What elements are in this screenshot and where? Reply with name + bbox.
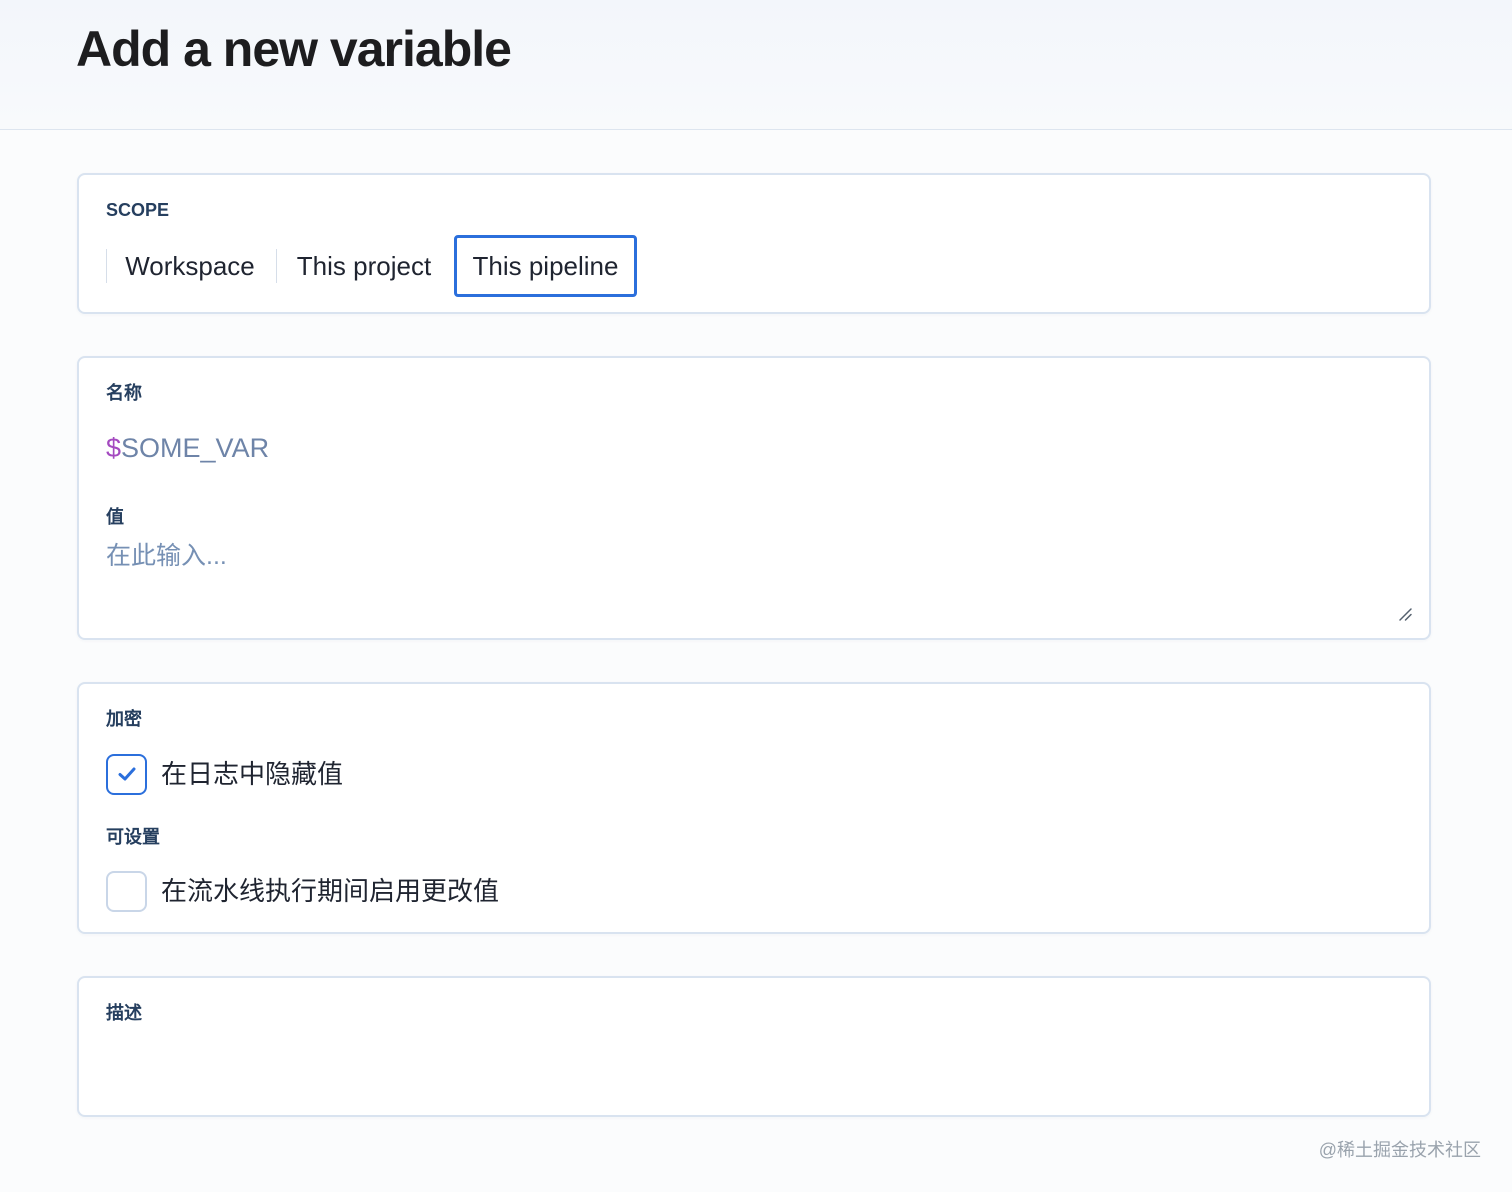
hide-value-text: 在日志中隐藏值 (161, 759, 344, 789)
scope-label: SCOPE (106, 200, 170, 220)
tab-divider (276, 249, 277, 283)
check-icon (118, 767, 135, 781)
watermark: @稀土掘金技术社区 (1318, 1140, 1481, 1160)
settable-label: 可设置 (106, 827, 160, 847)
encrypt-label: 加密 (106, 709, 142, 729)
name-input[interactable]: $SOME_VAR (106, 430, 269, 466)
hide-value-option[interactable]: 在日志中隐藏值 (106, 753, 343, 795)
encryption-card: 加密 在日志中隐藏值 可设置 在流水线执行期间启用更改值 (77, 682, 1431, 934)
name-value-card: 名称 $SOME_VAR 值 (77, 356, 1431, 640)
tab-workspace[interactable]: Workspace (109, 235, 271, 297)
hide-value-checkbox[interactable] (106, 753, 147, 795)
variable-name-text: SOME_VAR (121, 433, 270, 463)
tab-this-project[interactable]: This project (278, 235, 450, 297)
scope-card: SCOPE Workspace This project This pipeli… (77, 173, 1431, 314)
value-label: 值 (106, 507, 124, 527)
description-label: 描述 (106, 1003, 142, 1023)
change-value-checkbox[interactable] (106, 870, 147, 912)
name-label: 名称 (106, 383, 142, 403)
description-card[interactable]: 描述 (77, 976, 1431, 1117)
change-value-option[interactable]: 在流水线执行期间启用更改值 (106, 870, 499, 912)
page-title: Add a new variable (76, 21, 512, 77)
page-header: Add a new variable (0, 0, 1512, 130)
resize-handle-icon[interactable] (1397, 606, 1413, 622)
variable-sigil: $ (106, 433, 122, 463)
tab-this-pipeline[interactable]: This pipeline (454, 235, 637, 297)
value-textarea[interactable] (106, 540, 1408, 618)
change-value-text: 在流水线执行期间启用更改值 (161, 876, 500, 906)
tab-divider (106, 249, 107, 283)
